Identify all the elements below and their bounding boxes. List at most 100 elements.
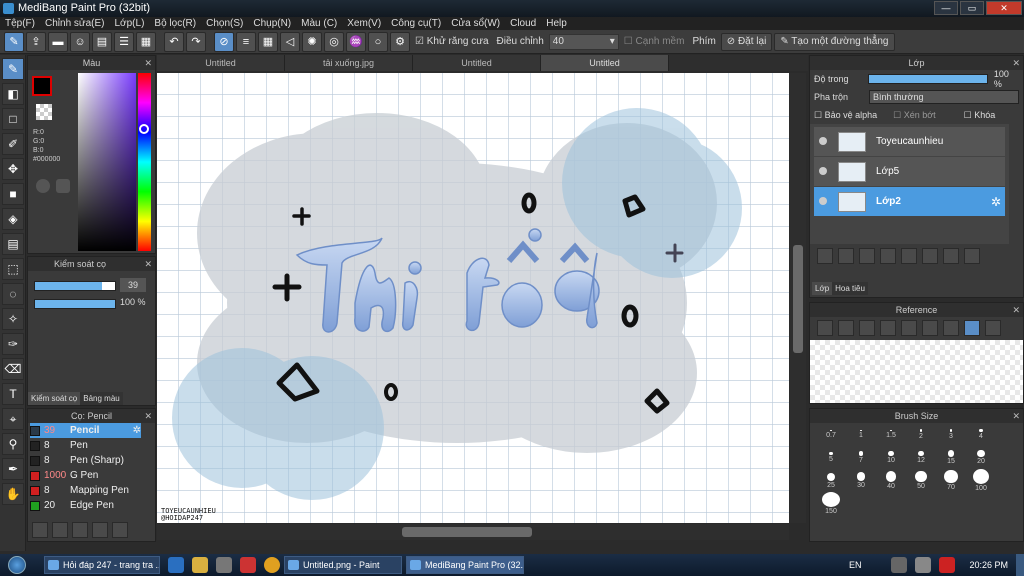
brush-size-cell[interactable]: 3: [936, 423, 966, 446]
brush-item-mapping-pen[interactable]: 8 Mapping Pen: [30, 483, 141, 498]
menu-file[interactable]: Tệp(F): [0, 17, 40, 30]
layer-toyeucaunhieu[interactable]: Toyeucaunhieu: [814, 127, 1005, 156]
new-8bit-layer-icon[interactable]: [859, 248, 875, 264]
grid-panel-icon[interactable]: ▦: [136, 31, 156, 52]
brush-size-cell[interactable]: 5: [816, 446, 846, 469]
brush-tool-icon[interactable]: ✎: [2, 58, 24, 80]
duplicate-layer-icon[interactable]: [922, 248, 938, 264]
panel-close-icon[interactable]: ✕: [144, 56, 152, 70]
eyedropper2-icon[interactable]: ✒: [2, 458, 24, 480]
edge-checkbox[interactable]: ☐ Cạnh mềm: [624, 36, 685, 47]
brush-size-cell[interactable]: 0.7: [816, 423, 846, 446]
antivirus-icon[interactable]: [939, 557, 956, 573]
clip-checkbox[interactable]: ☐ Xén bớt: [893, 110, 936, 121]
eye-icon[interactable]: [819, 167, 827, 175]
circle-snap-icon[interactable]: ◎: [324, 31, 344, 52]
divide-tool-icon[interactable]: ⌖: [2, 408, 24, 430]
fill-rect-icon[interactable]: ■: [2, 183, 24, 205]
panel-close-icon[interactable]: ✕: [1012, 56, 1020, 70]
straight-line-button[interactable]: ✎ Tạo một đường thẳng: [774, 32, 895, 51]
tab-tai-xuong[interactable]: tải xuống.jpg: [285, 55, 413, 71]
volume-icon[interactable]: [915, 557, 932, 573]
rotate-icon[interactable]: [985, 320, 1001, 336]
menu-view[interactable]: Xem(V): [342, 17, 386, 30]
eye-icon[interactable]: [819, 197, 827, 205]
brush-item-pen[interactable]: 8 Pen: [30, 438, 141, 453]
bucket-icon[interactable]: ◈: [2, 208, 24, 230]
menu-color[interactable]: Màu (C): [296, 17, 342, 30]
menu-window[interactable]: Cửa sổ(W): [446, 17, 505, 30]
eyedropper-icon[interactable]: [943, 320, 959, 336]
brush-size-cell[interactable]: 150: [816, 492, 846, 515]
brush-size-cell[interactable]: 50: [906, 469, 936, 492]
reference-close-icon[interactable]: [859, 320, 875, 336]
brush-save-icon[interactable]: [52, 522, 68, 538]
size-slider[interactable]: [34, 281, 116, 291]
add-brush-icon[interactable]: [32, 522, 48, 538]
list-icon[interactable]: ☰: [114, 31, 134, 52]
menu-cloud[interactable]: Cloud: [505, 17, 541, 30]
secondary-color-swatch[interactable]: [36, 104, 52, 120]
start-button[interactable]: [0, 554, 34, 576]
layer-type-menu-icon[interactable]: [880, 248, 896, 264]
tab-navigator[interactable]: Hoa tiêu: [832, 282, 868, 295]
brush-cloud-icon[interactable]: [92, 522, 108, 538]
brush-size-cell[interactable]: 70: [936, 469, 966, 492]
layer-lop5[interactable]: Lớp5: [814, 157, 1005, 186]
brush-item-pencil[interactable]: 39 Pencil ✲: [30, 423, 141, 438]
vertical-scroll-thumb[interactable]: [793, 245, 803, 353]
brush-mode-icon[interactable]: ✎: [4, 31, 24, 52]
curve-snap-icon[interactable]: ♒: [346, 31, 366, 52]
zoom-fit-icon[interactable]: [901, 320, 917, 336]
panel-close-icon[interactable]: ✕: [144, 257, 152, 271]
language-indicator[interactable]: EN: [849, 560, 862, 570]
drawing-canvas[interactable]: TOYEUCAUNHIEU @HOIDAP247: [157, 73, 789, 523]
menu-help[interactable]: Help: [541, 17, 572, 30]
network-icon[interactable]: [891, 557, 908, 573]
menu-filter[interactable]: Bộ lọc(R): [149, 17, 201, 30]
color-picker-icon[interactable]: [56, 179, 70, 193]
task-medibang[interactable]: MediBang Paint Pro (32...: [406, 556, 524, 574]
menu-tools[interactable]: Công cụ(T): [386, 17, 446, 30]
new-layer-icon[interactable]: [817, 248, 833, 264]
redo-icon[interactable]: ↷: [186, 31, 206, 52]
explorer-icon[interactable]: [192, 557, 208, 573]
saturation-value-field[interactable]: [78, 73, 136, 251]
size-value[interactable]: 39: [120, 278, 146, 292]
delete-layer-icon[interactable]: [964, 248, 980, 264]
snap-off-icon[interactable]: ⊘: [214, 31, 234, 52]
tab-brush-control[interactable]: Kiểm soát cọ: [28, 392, 81, 405]
brush-size-cell[interactable]: 4: [966, 423, 996, 446]
gear-icon[interactable]: ✲: [991, 195, 1001, 209]
pen-tool-icon[interactable]: ✐: [2, 133, 24, 155]
new-halftone-layer-icon[interactable]: [838, 248, 854, 264]
menu-snap[interactable]: Chụp(N): [248, 17, 296, 30]
snap-settings-icon[interactable]: ⚙: [390, 31, 410, 52]
eye-icon[interactable]: [819, 137, 827, 145]
brush-size-cell[interactable]: 30: [846, 469, 876, 492]
brush-item-g-pen[interactable]: 1000 G Pen: [30, 468, 141, 483]
select-rect-icon[interactable]: ⬚: [2, 258, 24, 280]
dot-tool-icon[interactable]: □: [2, 108, 24, 130]
menu-layer[interactable]: Lớp(L): [110, 17, 150, 30]
brush-size-cell[interactable]: 1.5: [876, 423, 906, 446]
brush-size-cell[interactable]: 2: [906, 423, 936, 446]
panel-close-icon[interactable]: ✕: [1012, 409, 1020, 423]
hue-handle[interactable]: [139, 124, 149, 134]
horizontal-scrollbar[interactable]: [157, 524, 789, 540]
gear-icon[interactable]: ✲: [133, 425, 141, 436]
brush-folder-icon[interactable]: [112, 522, 128, 538]
panel-close-icon[interactable]: ✕: [1012, 303, 1020, 317]
antialias-checkbox[interactable]: ☑ Khử răng cưa: [415, 36, 489, 47]
opacity-slider[interactable]: [34, 299, 116, 309]
alpha-protect-checkbox[interactable]: ☐ Bảo vệ alpha: [814, 110, 877, 121]
folder-icon[interactable]: [901, 248, 917, 264]
tab-untitled-1[interactable]: Untitled: [157, 55, 285, 71]
menu-edit[interactable]: Chỉnh sửa(E): [40, 17, 110, 30]
select-eraser-icon[interactable]: ⌫: [2, 358, 24, 380]
brush-size-cell[interactable]: 40: [876, 469, 906, 492]
primary-color-swatch[interactable]: [32, 76, 52, 96]
account-icon[interactable]: ☺: [70, 31, 90, 52]
brush-size-cell[interactable]: 15: [936, 446, 966, 469]
tab-palette[interactable]: Bảng màu: [80, 392, 123, 405]
